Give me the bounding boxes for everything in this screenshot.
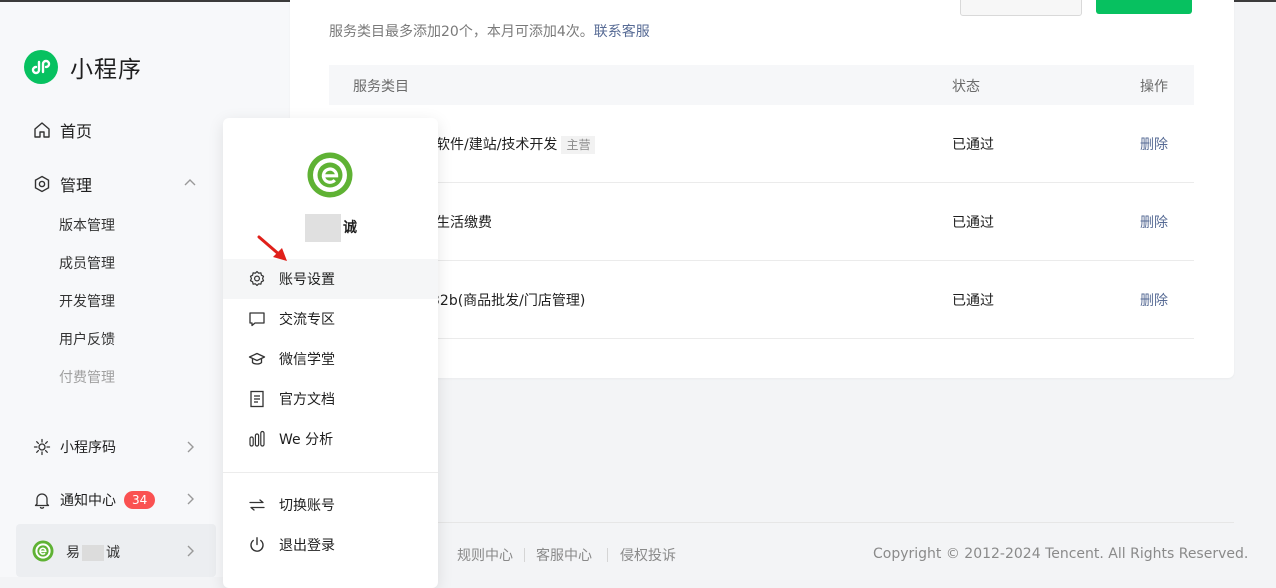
nav-item-notifications[interactable]: 通知中心 34 xyxy=(32,490,156,510)
nav-item-qrcode[interactable]: 小程序码 xyxy=(32,437,116,457)
bell-icon xyxy=(32,490,52,510)
brand-title: 小程序 xyxy=(70,57,142,83)
document-icon xyxy=(247,389,267,409)
status-cell: 已通过 xyxy=(952,215,994,231)
miniprogram-logo-icon xyxy=(24,50,58,84)
menu-item-academy[interactable]: 微信学堂 xyxy=(223,339,438,379)
chevron-right-icon[interactable] xyxy=(183,440,197,454)
footer-separator xyxy=(607,548,608,562)
analytics-bars-icon xyxy=(247,429,267,449)
sidebar-item-feedback[interactable]: 用户反馈 xyxy=(59,329,115,349)
redacted-block xyxy=(305,214,341,242)
menu-item-switch-account[interactable]: 切换账号 xyxy=(223,485,438,525)
menu-item-label: 切换账号 xyxy=(279,498,335,514)
nav-item-label: 管理 xyxy=(60,176,93,195)
column-header-action: 操作 xyxy=(1140,79,1168,95)
brand[interactable]: 小程序 xyxy=(24,50,142,84)
sidebar-item-version[interactable]: 版本管理 xyxy=(59,215,115,235)
column-header-category: 服务类目 xyxy=(353,79,409,95)
menu-item-docs[interactable]: 官方文档 xyxy=(223,379,438,419)
switch-arrows-icon xyxy=(247,495,267,515)
home-icon xyxy=(32,120,52,140)
nav-item-label: 小程序码 xyxy=(60,440,116,456)
menu-item-we-analytics[interactable]: We 分析 xyxy=(223,419,438,459)
notification-count-badge: 34 xyxy=(124,491,156,509)
red-annotation-arrow-icon xyxy=(257,235,287,261)
table-row: 生活缴费 已通过 删除 xyxy=(329,183,1194,261)
qrcode-sun-icon xyxy=(32,437,52,457)
account-avatar-icon xyxy=(307,152,353,198)
menu-item-label: 官方文档 xyxy=(279,392,335,408)
menu-item-community[interactable]: 交流专区 xyxy=(223,299,438,339)
footer-link-support[interactable]: 客服中心 xyxy=(536,545,592,565)
chevron-right-icon xyxy=(187,545,194,557)
category-cell: 生活缴费 xyxy=(436,215,492,231)
table-row: 软件/建站/技术开发 主营 已通过 删除 xyxy=(329,105,1194,183)
menu-item-label: 交流专区 xyxy=(279,312,335,328)
delete-link[interactable]: 删除 xyxy=(1140,134,1168,154)
gear-icon xyxy=(247,269,267,289)
popover-account-name: 诚 xyxy=(305,214,357,242)
column-header-status: 状态 xyxy=(952,79,980,95)
table-row: 32b(商品批发/门店管理) 已通过 删除 xyxy=(329,261,1194,339)
nav-item-label: 通知中心 xyxy=(60,493,116,509)
nav-item-home[interactable]: 首页 xyxy=(32,118,92,142)
account-avatar-icon xyxy=(32,540,54,562)
footer-link-complaint[interactable]: 侵权投诉 xyxy=(620,545,676,565)
power-icon xyxy=(247,535,267,555)
chevron-up-icon[interactable] xyxy=(183,176,197,190)
status-cell: 已通过 xyxy=(952,137,994,153)
nav-item-manage[interactable]: 管理 xyxy=(32,172,92,196)
table-header: 服务类目 状态 操作 xyxy=(329,65,1194,105)
sidebar-item-members[interactable]: 成员管理 xyxy=(59,253,115,273)
menu-item-account-settings[interactable]: 账号设置 xyxy=(223,259,438,299)
sidebar-account[interactable]: 易诚 xyxy=(16,524,216,577)
manage-icon xyxy=(32,174,52,194)
delete-link[interactable]: 删除 xyxy=(1140,212,1168,232)
menu-divider xyxy=(223,472,438,473)
footer-link-rules[interactable]: 规则中心 xyxy=(457,545,513,565)
account-name: 易诚 xyxy=(66,545,120,561)
menu-item-label: 退出登录 xyxy=(279,538,335,554)
status-cell: 已通过 xyxy=(952,293,994,309)
sidebar-item-development[interactable]: 开发管理 xyxy=(59,291,115,311)
menu-item-label: 账号设置 xyxy=(279,272,335,288)
menu-item-logout[interactable]: 退出登录 xyxy=(223,525,438,565)
sidebar-item-payment[interactable]: 付费管理 xyxy=(59,367,115,387)
category-cell: 软件/建站/技术开发 主营 xyxy=(436,134,596,154)
primary-button[interactable] xyxy=(1096,0,1192,14)
service-notice: 服务类目最多添加20个，本月可添加4次。联系客服 xyxy=(329,24,650,40)
chevron-right-icon[interactable] xyxy=(183,492,197,506)
menu-item-label: 微信学堂 xyxy=(279,352,335,368)
chat-bubble-icon xyxy=(247,309,267,329)
graduation-cap-icon xyxy=(247,349,267,369)
copyright: Copyright © 2012-2024 Tencent. All Right… xyxy=(873,546,1249,562)
service-category-table: 服务类目 状态 操作 软件/建站/技术开发 主营 已通过 删除 生活缴费 已通过 … xyxy=(329,65,1194,339)
redacted-block xyxy=(82,545,104,561)
account-popover-menu: 诚 账号设置 交流专区 微信学堂 官方文档 We 分析 切换账号 退出登录 xyxy=(223,118,438,588)
footer-separator xyxy=(524,548,525,562)
delete-link[interactable]: 删除 xyxy=(1140,290,1168,310)
contact-support-link[interactable]: 联系客服 xyxy=(594,24,650,40)
nav-item-label: 首页 xyxy=(60,122,93,141)
menu-item-label: We 分析 xyxy=(279,432,334,448)
main-business-tag: 主营 xyxy=(561,136,596,154)
secondary-button[interactable] xyxy=(960,0,1082,16)
category-cell: 32b(商品批发/门店管理) xyxy=(431,293,586,309)
